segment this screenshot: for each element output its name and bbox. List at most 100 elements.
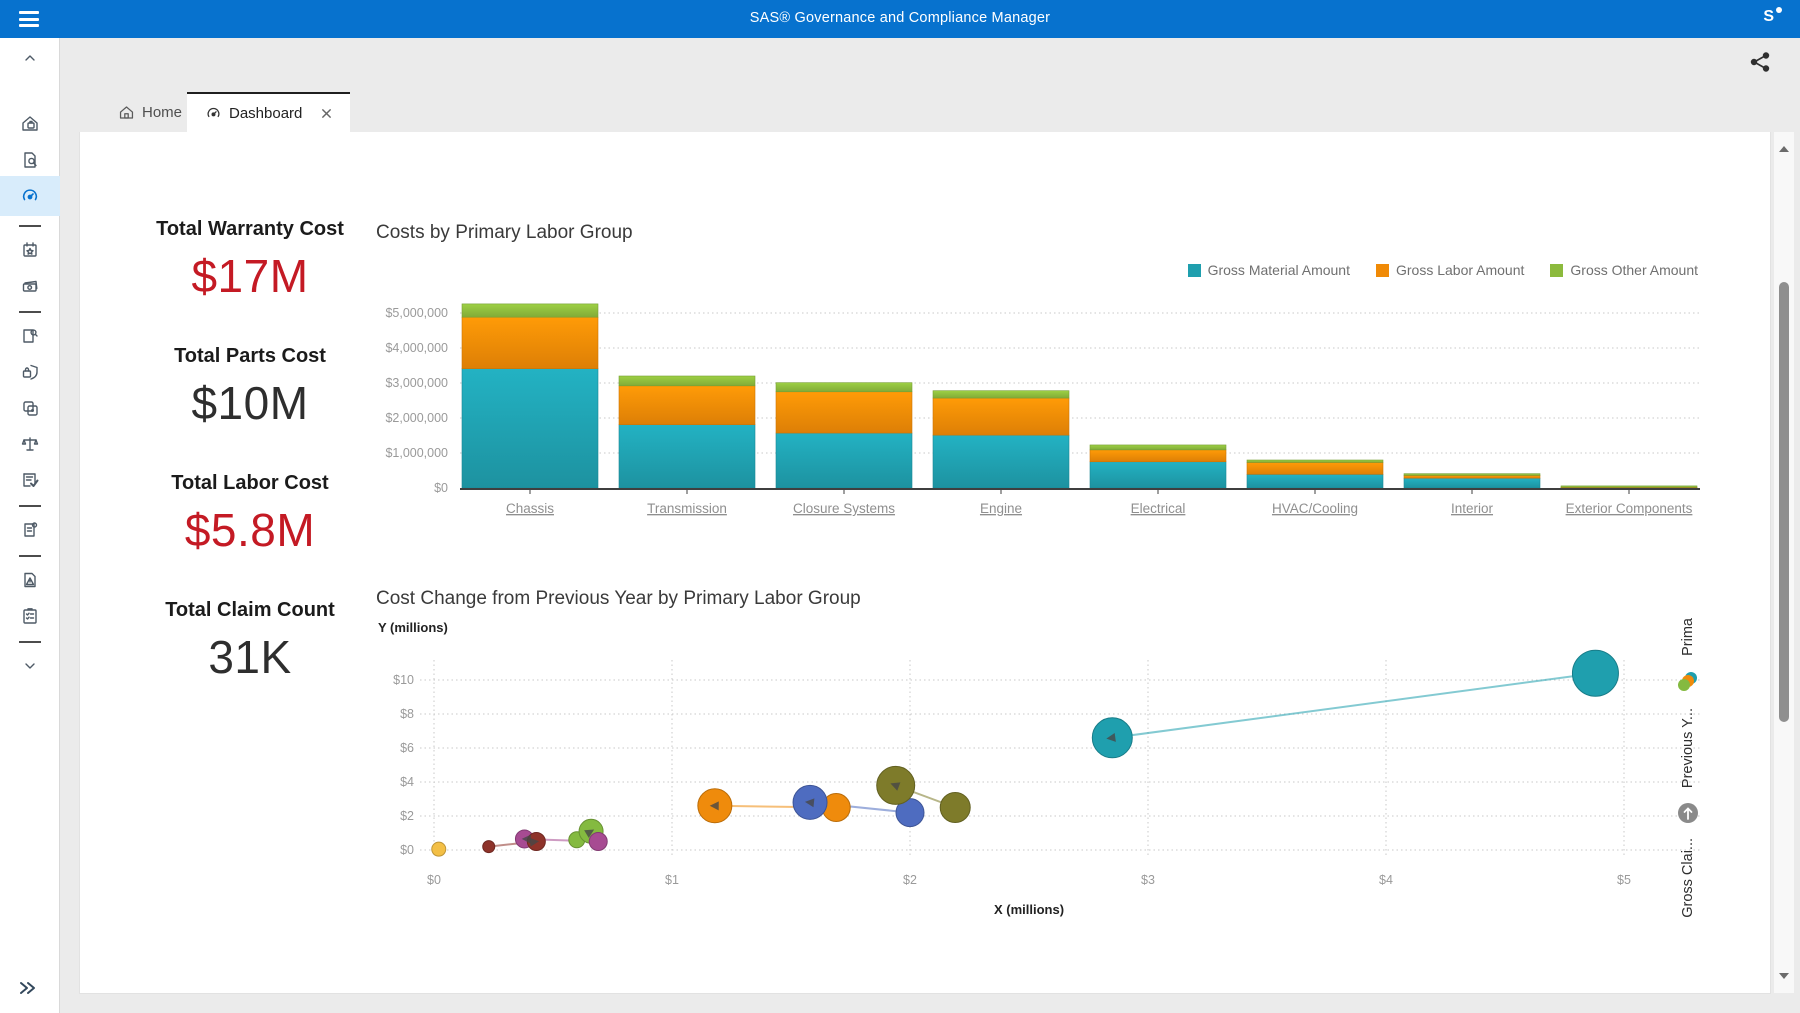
- bubble-x-tick: $4: [1379, 873, 1393, 887]
- calendar-star-icon[interactable]: [12, 240, 48, 260]
- shield-lock-icon[interactable]: [12, 362, 48, 382]
- bar-category-label[interactable]: Interior: [1451, 501, 1494, 516]
- kpi-label: Total Warranty Cost: [110, 218, 390, 241]
- bubble-x-tick: $0: [427, 873, 441, 887]
- bar-segment[interactable]: [1090, 462, 1226, 488]
- bar-y-tick: $1,000,000: [385, 446, 448, 460]
- scroll-down-icon[interactable]: [1777, 969, 1791, 983]
- avatar-initial: S: [1763, 8, 1774, 25]
- tab-close-icon[interactable]: [321, 108, 332, 119]
- bubble-previous-year[interactable]: [589, 833, 607, 851]
- kpi-value: $17M: [110, 249, 390, 303]
- collapse-up-icon[interactable]: [12, 48, 48, 68]
- kpi-value: $10M: [110, 376, 390, 430]
- bar-segment[interactable]: [462, 304, 598, 317]
- user-avatar[interactable]: S: [1763, 8, 1774, 26]
- copies-icon[interactable]: [12, 398, 48, 418]
- expand-sidebar-icon[interactable]: [18, 980, 38, 1001]
- tab-dashboard[interactable]: Dashboard: [187, 92, 350, 132]
- tab-home[interactable]: Home: [100, 92, 200, 132]
- sidebar-divider: [19, 555, 41, 557]
- top-app-bar: SAS® Governance and Compliance Manager S: [0, 0, 1800, 38]
- bar-segment[interactable]: [462, 317, 598, 368]
- bar-segment[interactable]: [619, 386, 755, 425]
- kpi-value: $5.8M: [110, 503, 390, 557]
- home-icon: [118, 104, 135, 121]
- left-sidebar: [0, 38, 60, 1013]
- file-search-icon[interactable]: [12, 150, 48, 170]
- dashboard-gauge-icon: [205, 105, 222, 122]
- bar-segment[interactable]: [776, 392, 912, 433]
- bar-segment[interactable]: [933, 398, 1069, 435]
- bar-segment[interactable]: [462, 369, 598, 488]
- document-warning-icon[interactable]: [12, 570, 48, 590]
- bubble-x-tick: $5: [1617, 873, 1631, 887]
- bar-category-label[interactable]: Transmission: [647, 501, 727, 516]
- bar-segment[interactable]: [1561, 486, 1697, 487]
- bar-y-tick: $5,000,000: [385, 306, 448, 320]
- bar-category-label[interactable]: Exterior Components: [1566, 501, 1693, 516]
- bar-segment[interactable]: [1090, 445, 1226, 450]
- bubble-previous-year[interactable]: [483, 841, 495, 853]
- bar-segment[interactable]: [776, 433, 912, 488]
- document-review-icon[interactable]: [12, 326, 48, 346]
- tab-bar: Home Dashboard: [60, 38, 1800, 132]
- bar-category-label[interactable]: Electrical: [1131, 501, 1186, 516]
- bar-segment[interactable]: [933, 435, 1069, 488]
- bar-segment[interactable]: [933, 391, 1069, 398]
- sidebar-item-dashboard-active[interactable]: [0, 176, 60, 216]
- app-title: SAS® Governance and Compliance Manager: [0, 10, 1800, 26]
- money-icon[interactable]: [12, 276, 48, 296]
- clipboard-check-icon[interactable]: [12, 606, 48, 626]
- bubble-y-tick: $4: [400, 775, 414, 789]
- bubble-previous-year[interactable]: [940, 793, 970, 823]
- bar-segment[interactable]: [1404, 474, 1540, 476]
- previous-year-marker-icon: [1676, 801, 1700, 825]
- group-colors-icon: [1675, 669, 1701, 695]
- scrollbar-thumb[interactable]: [1779, 282, 1789, 722]
- kpi-label: Total Claim Count: [110, 599, 390, 622]
- bar-y-tick: $0: [434, 481, 448, 495]
- bubble-y-tick: $0: [400, 843, 414, 857]
- tab-dashboard-label: Dashboard: [229, 105, 302, 122]
- bubble-previous-year[interactable]: [1572, 650, 1618, 696]
- bar-category-label[interactable]: Closure Systems: [793, 501, 895, 516]
- sidebar-divider: [19, 641, 41, 643]
- bar-segment[interactable]: [1247, 462, 1383, 474]
- sidebar-divider: [19, 225, 41, 227]
- scales-icon[interactable]: [12, 434, 48, 454]
- workspace-icon[interactable]: [12, 114, 48, 134]
- kpi-total-labor-cost: Total Labor Cost $5.8M: [110, 472, 390, 557]
- bubble-current-year[interactable]: [432, 842, 446, 856]
- bar-segment[interactable]: [776, 383, 912, 392]
- bar-category-label[interactable]: Chassis: [506, 501, 554, 516]
- share-icon[interactable]: [1748, 50, 1772, 79]
- bar-y-tick: $3,000,000: [385, 376, 448, 390]
- bubble-y-tick: $2: [400, 809, 414, 823]
- more-chevron-down-icon[interactable]: [12, 656, 48, 676]
- bubble-chart[interactable]: $0$1$2$3$4$5$0$2$4$6$8$10: [380, 640, 1770, 940]
- bubble-x-tick: $3: [1141, 873, 1155, 887]
- vertical-scrollbar[interactable]: [1774, 132, 1794, 993]
- bar-segment[interactable]: [619, 376, 755, 386]
- document-check-icon[interactable]: [12, 470, 48, 490]
- document-info-icon[interactable]: [12, 520, 48, 540]
- bar-segment[interactable]: [619, 425, 755, 488]
- y-axis-title: Y (millions): [378, 620, 448, 635]
- bar-segment[interactable]: [1247, 474, 1383, 488]
- kpi-total-parts-cost: Total Parts Cost $10M: [110, 345, 390, 430]
- bar-segment[interactable]: [1404, 475, 1540, 478]
- bar-category-label[interactable]: HVAC/Cooling: [1272, 501, 1358, 516]
- kpi-column: Total Warranty Cost $17M Total Parts Cos…: [110, 218, 390, 726]
- bar-segment[interactable]: [1090, 450, 1226, 462]
- bubble-y-tick: $10: [393, 673, 414, 687]
- bar-category-label[interactable]: Engine: [980, 501, 1022, 516]
- x-axis-title: X (millions): [949, 902, 1109, 917]
- bar-segment[interactable]: [1404, 478, 1540, 488]
- bubble-x-tick: $2: [903, 873, 917, 887]
- legend-gross-claim-label: Gross Clai...: [1680, 838, 1696, 918]
- kpi-total-warranty-cost: Total Warranty Cost $17M: [110, 218, 390, 303]
- bar-chart[interactable]: $0$1,000,000$2,000,000$3,000,000$4,000,0…: [380, 250, 1770, 550]
- bar-segment[interactable]: [1247, 460, 1383, 462]
- scroll-up-icon[interactable]: [1777, 142, 1791, 156]
